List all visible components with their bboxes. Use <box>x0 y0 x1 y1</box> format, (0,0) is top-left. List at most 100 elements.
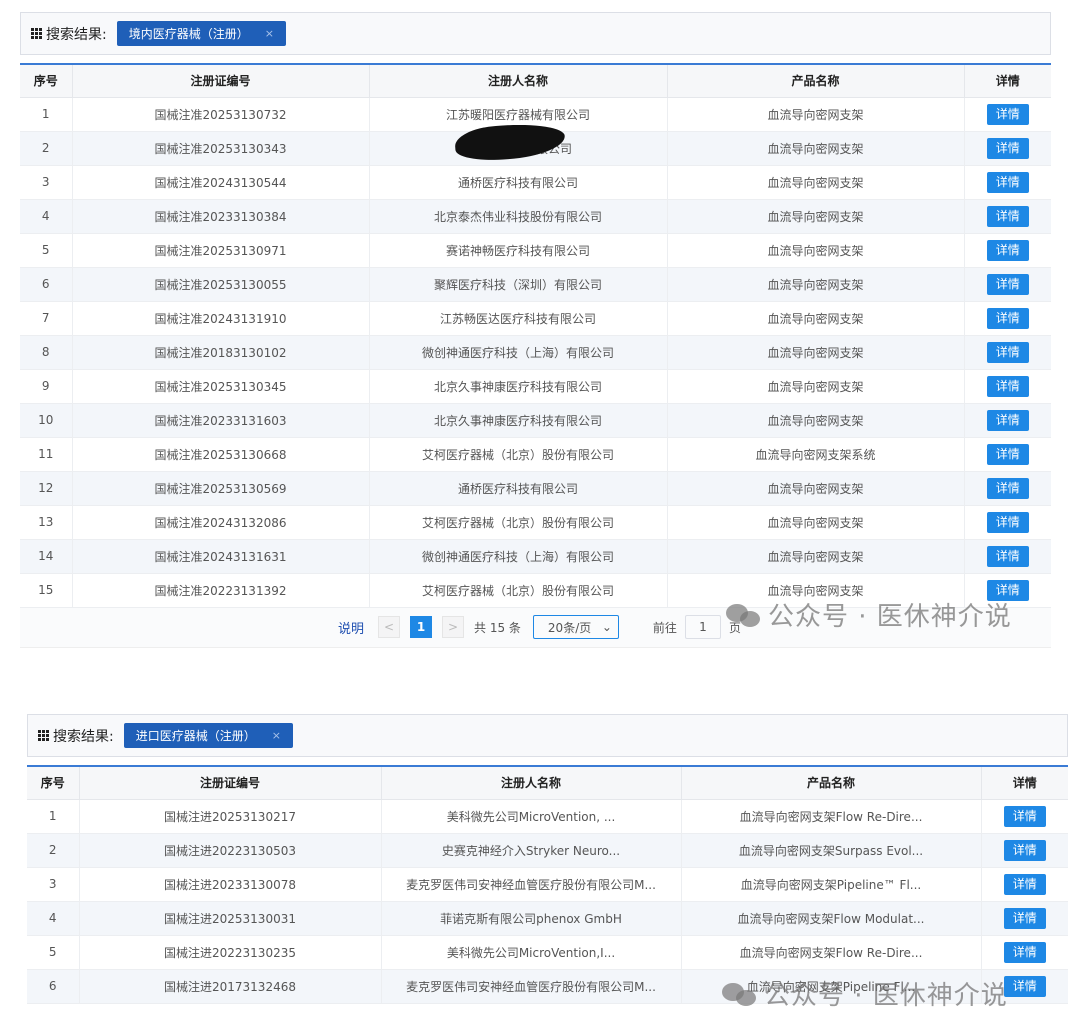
cell-col-detail: 详情 <box>963 233 1051 268</box>
detail-button[interactable]: 详情 <box>986 273 1029 295</box>
detail-button[interactable]: 详情 <box>986 341 1029 363</box>
header-col-reg-number: 注册证编号 <box>71 64 369 98</box>
table-row: 10 国械注准20233131603 北京久事神康医疗科技有限公司 血流导向密网支架详… <box>20 403 1051 438</box>
page-size-select[interactable]: 20条/页 ⌄ <box>532 615 619 639</box>
table-row: 9 国械注准20253130345 北京久事神康医疗科技有限公司 血流导向密网支架 详情 <box>20 369 1051 404</box>
cell-col-reg-number: 国械注进20233130078 <box>78 867 381 902</box>
cell-col-index: 7 <box>20 301 72 336</box>
grid-icon <box>31 28 42 39</box>
cell-col-registrant: 美科微先公司MicroVention, ... <box>380 799 681 834</box>
cell-col-detail: 详情 <box>963 539 1051 574</box>
table-row: 3 国械注准20243130544 通桥医疗科技有限公司 血流导向密网支架 详情 <box>20 165 1051 200</box>
cell-col-reg-number: 国械注准20233131603 <box>71 403 369 438</box>
detail-button[interactable]: 详情 <box>986 409 1029 431</box>
cell-col-index: 5 <box>20 233 72 268</box>
cell-col-reg-number: 国械注准20223131392 <box>71 573 369 608</box>
filter-tag-imported[interactable]: 进口医疗器械（注册） × <box>123 723 293 748</box>
table-row: 4 国械注进20253130031 菲诺克斯有限公司phenox GmbH 血流导向密… <box>27 901 1068 936</box>
cell-col-registrant: 赛诺神畅医疗科技有限公司 <box>368 233 667 268</box>
cell-col-registrant: 艾柯医疗器械（北京）股份有限公司 <box>368 437 667 472</box>
cell-col-reg-number: 国械注准20253130343 <box>71 131 369 166</box>
cell-col-index: 9 <box>20 369 72 404</box>
header-col-registrant: 注册人名称 <box>368 64 667 98</box>
results-table: 序号 注册证编号 注册人名称 产品名称 详情 1 国械注进20253130217 美科微先公… <box>27 765 1068 1004</box>
cell-col-product: 血流导向密网支架Flow Modulat... <box>680 901 981 936</box>
detail-button[interactable]: 详情 <box>1003 873 1046 895</box>
filter-tag-domestic[interactable]: 境内医疗器械（注册） × <box>116 21 286 46</box>
detail-button[interactable]: 详情 <box>1003 805 1046 827</box>
detail-button[interactable]: 详情 <box>986 477 1029 499</box>
cell-col-detail: 详情 <box>963 335 1051 370</box>
cell-col-index: 4 <box>27 901 79 936</box>
detail-button[interactable]: 详情 <box>986 137 1029 159</box>
header-col-detail: 详情 <box>980 766 1068 800</box>
cell-col-index: 1 <box>20 97 72 132</box>
header-col-detail: 详情 <box>963 64 1051 98</box>
header-col-product: 产品名称 <box>666 64 964 98</box>
cell-col-index: 11 <box>20 437 72 472</box>
watermark-text: 公众号 · 医休神介说 <box>764 981 1008 1011</box>
prev-page-button[interactable]: < <box>378 616 401 638</box>
chevron-down-icon: ⌄ <box>601 620 612 634</box>
detail-button[interactable]: 详情 <box>986 545 1029 567</box>
cell-col-registrant: 通桥医疗科技有限公司 <box>368 165 667 200</box>
detail-button[interactable]: 详情 <box>1003 839 1046 861</box>
detail-button[interactable]: 详情 <box>986 443 1029 465</box>
cell-col-registrant: 麦克罗医伟司安神经血管医疗股份有限公司M... <box>380 867 681 902</box>
cell-col-detail: 详情 <box>980 799 1068 834</box>
cell-col-reg-number: 国械注进20253130217 <box>78 799 381 834</box>
table-row: 3 国械注进20233130078 麦克罗医伟司安神经血管医疗股份有限公司M... 血… <box>27 867 1068 902</box>
close-icon[interactable]: × <box>265 27 274 40</box>
table-row: 14 国械注准20243131631 微创神通医疗科技（上海）有限公司 血流导向密网支… <box>20 539 1051 574</box>
close-icon[interactable]: × <box>272 729 281 742</box>
cell-col-detail: 详情 <box>963 471 1051 506</box>
cell-col-reg-number: 国械注进20173132468 <box>78 969 381 1004</box>
detail-button[interactable]: 详情 <box>986 103 1029 125</box>
cell-col-registrant: 北京泰杰伟业科技股份有限公司 <box>368 199 667 234</box>
goto-page-input[interactable]: 1 <box>684 615 721 639</box>
filter-tag-label: 境内医疗器械（注册） <box>128 27 249 41</box>
cell-col-index: 14 <box>20 539 72 574</box>
cell-col-reg-number: 国械注进20223130235 <box>78 935 381 970</box>
cell-col-reg-number: 国械注进20223130503 <box>78 833 381 868</box>
cell-col-index: 4 <box>20 199 72 234</box>
detail-button[interactable]: 详情 <box>986 205 1029 227</box>
cell-col-index: 2 <box>20 131 72 166</box>
detail-button[interactable]: 详情 <box>986 511 1029 533</box>
next-page-button[interactable]: > <box>442 616 465 638</box>
cell-col-registrant: 微创神通医疗科技（上海）有限公司 <box>368 335 667 370</box>
cell-col-detail: 详情 <box>963 131 1051 166</box>
detail-button[interactable]: 详情 <box>986 375 1029 397</box>
table-row: 7 国械注准20243131910 江苏畅医达医疗科技有限公司 血流导向密网支架 详情 <box>20 301 1051 336</box>
search-results-bar: 搜索结果: 进口医疗器械（注册） × <box>27 714 1068 757</box>
cell-col-registrant: 美科微先公司MicroVention,I... <box>380 935 681 970</box>
table-row: 8 国械注准20183130102 微创神通医疗科技（上海）有限公司 血流导向密网支架… <box>20 335 1051 370</box>
cell-col-index: 8 <box>20 335 72 370</box>
detail-button[interactable]: 详情 <box>986 171 1029 193</box>
cell-col-index: 15 <box>20 573 72 608</box>
cell-col-detail: 详情 <box>980 833 1068 868</box>
cell-col-product: 血流导向密网支架 <box>666 233 964 268</box>
header-col-product: 产品名称 <box>680 766 981 800</box>
grid-icon <box>38 730 49 741</box>
cell-col-reg-number: 国械注准20253130971 <box>71 233 369 268</box>
detail-button[interactable]: 详情 <box>1003 907 1046 929</box>
cell-col-registrant: 江苏畅医达医疗科技有限公司 <box>368 301 667 336</box>
cell-col-registrant: 北京久事神康医疗科技有限公司 <box>368 403 667 438</box>
current-page-button[interactable]: 1 <box>410 616 433 638</box>
detail-button[interactable]: 详情 <box>1003 941 1046 963</box>
cell-col-reg-number: 国械注准20253130055 <box>71 267 369 302</box>
table-row: 11 国械注准20253130668 艾柯医疗器械（北京）股份有限公司 血流导向密网支… <box>20 437 1051 472</box>
cell-col-index: 2 <box>27 833 79 868</box>
detail-button[interactable]: 详情 <box>986 239 1029 261</box>
cell-col-index: 1 <box>27 799 79 834</box>
cell-col-product: 血流导向密网支架 <box>666 97 964 132</box>
search-results-label: 搜索结果: <box>46 26 107 43</box>
watermark-text: 公众号 · 医休神介说 <box>768 602 1012 632</box>
goto-label: 前往 <box>652 620 677 635</box>
cell-col-detail: 详情 <box>963 267 1051 302</box>
detail-button[interactable]: 详情 <box>986 307 1029 329</box>
note-link[interactable]: 说明 <box>338 618 364 637</box>
detail-button[interactable]: 详情 <box>1003 975 1046 997</box>
cell-col-index: 12 <box>20 471 72 506</box>
